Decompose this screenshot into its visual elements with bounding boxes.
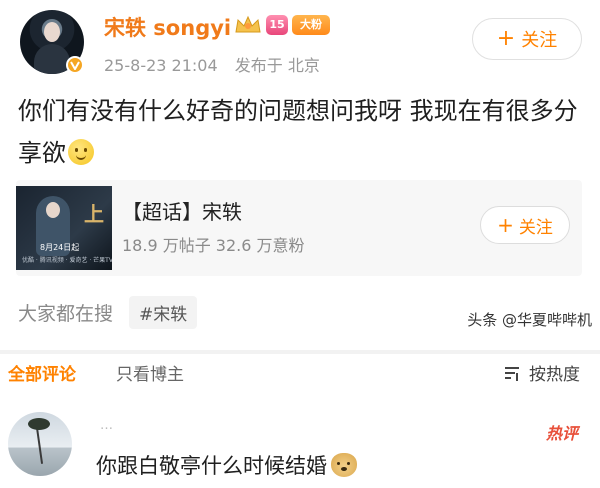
avatar-face — [44, 22, 60, 42]
level-badge: 15 — [266, 15, 288, 35]
crown-badge-icon — [235, 15, 261, 33]
sort-by-hot-button[interactable]: 按热度 — [503, 360, 580, 385]
fans-badge: 大粉 — [292, 15, 330, 35]
comment-item: … 热评 你跟白敬亭什么时候结婚 — [0, 388, 600, 488]
post-time: 25-8-23 21:04 — [104, 56, 218, 75]
topic-follow-label: 关注 — [518, 217, 553, 238]
comment-text: 你跟白敬亭什么时候结婚 — [96, 450, 357, 480]
plus-icon: + — [496, 26, 516, 51]
sort-icon — [505, 366, 519, 381]
post-location: 发布于 北京 — [234, 56, 320, 75]
thumbnail-title: 上 — [84, 202, 104, 226]
topic-title: 【超话】宋轶 — [122, 200, 242, 224]
follow-button-label: 关注 — [521, 30, 558, 51]
topic-thumbnail: 上 8月24日起 优酷 · 腾讯视频 · 爱奇艺 · 芒果TV — [16, 186, 112, 270]
follow-button[interactable]: + 关注 — [472, 18, 582, 60]
tab-author-only[interactable]: 只看博主 — [116, 360, 184, 385]
topic-stats: 18.9 万帖子 32.6 万意粉 — [122, 236, 305, 255]
avatar-body — [34, 44, 70, 74]
username[interactable]: 宋轶 songyi — [104, 12, 231, 42]
hot-comment-badge: 热评 — [545, 424, 578, 443]
super-topic-card[interactable]: 上 8月24日起 优酷 · 腾讯视频 · 爱奇艺 · 芒果TV 【超话】宋轶 1… — [16, 180, 582, 276]
commenter-avatar[interactable] — [8, 412, 72, 476]
doge-emoji-icon — [331, 453, 357, 477]
watermark: 头条 @华夏哔哔机 — [467, 311, 592, 329]
verified-v-icon — [66, 56, 84, 74]
trending-search-label: 大家都在搜 — [18, 302, 114, 325]
thumbnail-platforms: 优酷 · 腾讯视频 · 爱奇艺 · 芒果TV — [22, 257, 112, 264]
post-text: 你们有没有什么好奇的问题想问我呀 我现在有很多分享欲 — [18, 97, 578, 167]
sort-label: 按热度 — [529, 365, 580, 385]
trending-search-tag[interactable]: #宋轶 — [129, 295, 198, 329]
plus-icon: + — [497, 213, 514, 237]
post-content: 你们有没有什么好奇的问题想问我呀 我现在有很多分享欲 — [18, 90, 578, 174]
comments-tab-bar: 全部评论 只看博主 按热度 — [0, 354, 600, 388]
commenter-name[interactable]: … — [100, 418, 113, 433]
tab-all-comments[interactable]: 全部评论 — [8, 360, 76, 385]
smile-emoji-icon — [68, 139, 94, 165]
topic-follow-button[interactable]: + 关注 — [480, 206, 570, 244]
weibo-post: 宋轶 songyi 15 大粉 25-8-23 21:04 发布于 北京 + 关… — [0, 0, 600, 350]
comment-text-body: 你跟白敬亭什么时候结婚 — [96, 454, 327, 478]
thumbnail-date: 8月24日起 — [40, 243, 80, 252]
trending-search-row: 大家都在搜 #宋轶 — [18, 295, 198, 329]
post-meta: 25-8-23 21:04 发布于 北京 — [104, 52, 320, 76]
